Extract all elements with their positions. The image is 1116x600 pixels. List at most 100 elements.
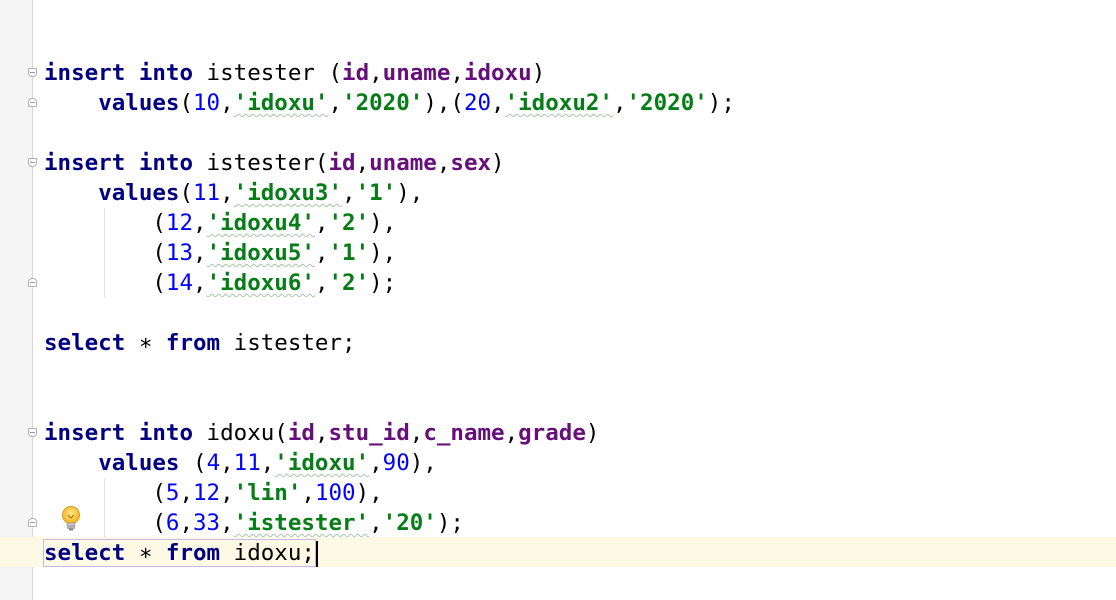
code-token: ( <box>179 90 194 116</box>
code-token: '20' <box>382 510 437 536</box>
code-line-3[interactable] <box>44 118 1116 148</box>
code-token: '2' <box>328 210 370 236</box>
code-line-2[interactable]: values(10,'idoxu','2020'),(20,'idoxu2','… <box>44 88 1116 118</box>
code-token: 14 <box>165 270 194 296</box>
code-token: '1' <box>328 240 370 266</box>
code-editor[interactable]: insert into istester (id,uname,idoxu) va… <box>43 58 1116 568</box>
code-token: '2' <box>328 270 370 296</box>
fold-marker-icon[interactable] <box>28 518 37 527</box>
code-token: , <box>436 150 451 176</box>
code-token: id <box>342 60 370 86</box>
code-token: ( <box>179 180 194 206</box>
code-line-9[interactable] <box>44 298 1116 328</box>
code-token: ); <box>707 90 735 116</box>
code-line-7[interactable]: (13,'idoxu5','1'), <box>44 238 1116 268</box>
code-token: 'istester' <box>233 510 370 536</box>
code-line-14[interactable]: values (4,11,'idoxu',90), <box>44 448 1116 478</box>
code-token: 'idoxu4' <box>206 210 315 236</box>
code-token: c_name <box>423 420 505 446</box>
code-token: sex <box>450 150 492 176</box>
code-token: 11 <box>193 180 221 206</box>
code-token: 'idoxu6' <box>206 270 315 296</box>
code-token: values <box>98 90 180 116</box>
code-token: 'idoxu2' <box>504 90 613 116</box>
code-token: from <box>165 540 221 566</box>
code-line-17[interactable]: select ∗ from idoxu; <box>43 538 1116 568</box>
code-token: values <box>98 450 180 476</box>
code-token: , <box>314 270 329 296</box>
code-line-13[interactable]: insert into idoxu(id,stu_id,c_name,grade… <box>44 418 1116 448</box>
code-token: , <box>220 510 234 536</box>
code-token: insert <box>44 60 126 86</box>
code-token: 100 <box>314 480 356 506</box>
code-token: stu_id <box>328 420 410 446</box>
code-token: , <box>409 420 424 446</box>
code-token: 'idoxu3' <box>233 180 343 206</box>
code-token: , <box>369 60 383 86</box>
code-token: ), <box>409 450 437 476</box>
code-token: , <box>220 450 234 476</box>
code-token: , <box>220 180 234 206</box>
code-token: 10 <box>193 90 221 116</box>
code-token: , <box>328 90 343 116</box>
code-token: 6 <box>165 510 180 536</box>
code-token: , <box>342 180 356 206</box>
code-token: , <box>450 60 464 86</box>
code-token: idoxu; <box>220 540 315 566</box>
fold-marker-icon[interactable] <box>28 278 37 287</box>
fold-marker-icon[interactable] <box>28 158 37 167</box>
editor-gutter <box>0 0 32 600</box>
code-line-4[interactable]: insert into istester(id,uname,sex) <box>44 148 1116 178</box>
code-token: id <box>287 420 315 446</box>
fold-marker-icon[interactable] <box>28 428 37 437</box>
code-line-8[interactable]: (14,'idoxu6','2'); <box>44 268 1116 298</box>
code-token: ); <box>369 270 397 296</box>
code-token: istester; <box>220 330 356 356</box>
text-cursor <box>315 540 318 567</box>
fold-marker-icon[interactable] <box>28 98 37 107</box>
code-token: , <box>314 210 329 236</box>
code-token: into <box>138 60 194 86</box>
code-token: select <box>44 330 126 356</box>
code-token: id <box>328 150 356 176</box>
code-token: insert <box>44 420 126 446</box>
code-token: 11 <box>233 450 261 476</box>
code-token: , <box>220 480 234 506</box>
code-token: into <box>138 420 194 446</box>
code-token: 90 <box>382 450 410 476</box>
code-token: ) <box>585 420 600 446</box>
code-token: ( <box>44 480 166 506</box>
code-line-1[interactable]: insert into istester (id,uname,idoxu) <box>44 58 1116 88</box>
code-line-6[interactable]: (12,'idoxu4','2'), <box>44 208 1116 238</box>
code-token: ( <box>44 270 166 296</box>
code-line-5[interactable]: values(11,'idoxu3','1'), <box>44 178 1116 208</box>
code-token: idoxu <box>463 60 532 86</box>
selected-statement[interactable]: select ∗ from idoxu; <box>43 539 316 567</box>
code-token: , <box>314 420 329 446</box>
code-token: ∗ <box>125 540 166 566</box>
code-token: , <box>193 210 207 236</box>
code-token: ), <box>369 210 397 236</box>
code-token: , <box>193 270 207 296</box>
code-token: 'idoxu5' <box>206 240 315 266</box>
code-line-10[interactable]: select ∗ from istester; <box>44 328 1116 358</box>
code-token: ),( <box>423 90 464 116</box>
code-token: , <box>301 480 315 506</box>
code-line-11[interactable] <box>44 358 1116 388</box>
code-token: 'idoxu' <box>274 450 370 476</box>
code-line-12[interactable] <box>44 388 1116 418</box>
code-token: uname <box>369 150 437 176</box>
code-token: ( <box>44 240 166 266</box>
code-token: istester( <box>193 150 329 176</box>
code-line-16[interactable]: (6,33,'istester','20'); <box>44 508 1116 538</box>
code-token: '1' <box>355 180 397 206</box>
code-token: ) <box>531 60 546 86</box>
code-token: , <box>355 150 370 176</box>
code-token: ); <box>436 510 464 536</box>
code-token: , <box>314 240 329 266</box>
code-line-15[interactable]: (5,12,'lin',100), <box>44 478 1116 508</box>
fold-marker-icon[interactable] <box>28 68 37 77</box>
